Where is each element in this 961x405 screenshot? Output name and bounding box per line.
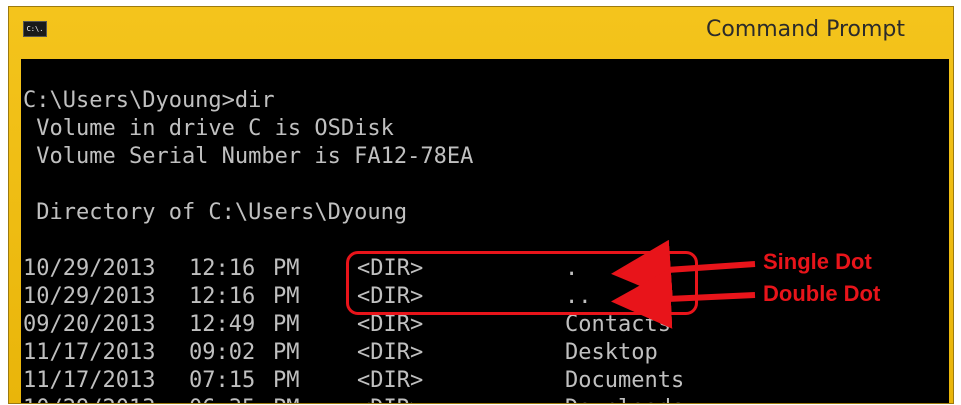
- console-output[interactable]: C:\Users\Dyoung>dir Volume in drive C is…: [21, 59, 949, 403]
- title-bar[interactable]: C:\. Command Prompt: [9, 7, 953, 59]
- double-dot-arrow: [611, 268, 756, 329]
- window-title: Command Prompt: [706, 17, 905, 42]
- single-dot-arrow: [611, 239, 756, 300]
- command-prompt-window: C:\. Command Prompt C:\Users\Dyoung>dir …: [8, 6, 954, 404]
- console-window-icon[interactable]: C:\.: [23, 21, 47, 37]
- double-dot-label: Double Dot: [763, 281, 881, 306]
- annotation-arrows: [611, 239, 756, 329]
- single-dot-label: Single Dot: [763, 249, 872, 274]
